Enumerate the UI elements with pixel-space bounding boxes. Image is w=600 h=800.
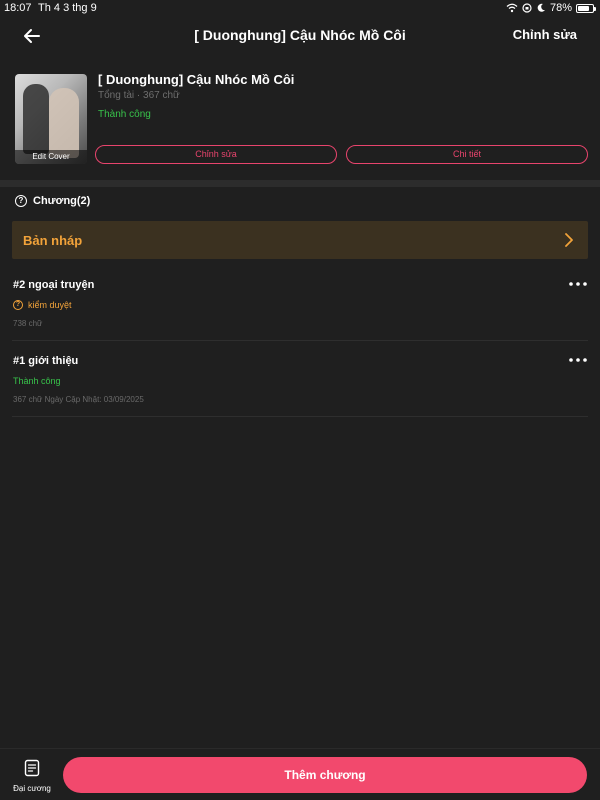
page-title: [ Duonghung] Cậu Nhóc Mồ Côi [194, 27, 406, 43]
moon-icon [537, 3, 545, 12]
edit-book-button[interactable]: Chỉnh sửa [95, 145, 337, 164]
book-meta: Tổng tài · 367 chữ [98, 90, 180, 101]
outline-label: Đại cương [13, 784, 51, 793]
chapter-status: Thành công [13, 376, 61, 386]
chapter-title: #2 ngoại truyện [13, 279, 95, 291]
help-icon[interactable]: ? [15, 195, 27, 207]
nav-edit-button[interactable]: Chỉnh sửa [513, 27, 577, 42]
book-status: Thành công [98, 109, 151, 120]
book-cover[interactable]: Edit Cover [15, 74, 87, 164]
add-chapter-button[interactable]: Thêm chương [63, 757, 587, 793]
back-button[interactable] [20, 24, 44, 48]
battery-percent: 78% [549, 2, 572, 14]
chapter-title: #1 giới thiệu [13, 355, 79, 367]
chapter-status-label: kiểm duyệt [28, 300, 72, 310]
book-card: Edit Cover [ Duonghung] Cậu Nhóc Mồ Côi … [0, 66, 600, 176]
more-options-icon[interactable] [568, 353, 588, 367]
chapter-meta: 367 chữ Ngày Cập Nhật: 03/09/2025 [13, 395, 144, 404]
chapters-count-label: Chương(2) [33, 195, 91, 207]
chapter-item[interactable]: #1 giới thiệu Thành công 367 chữ Ngày Cậ… [12, 341, 588, 417]
edit-cover-button[interactable]: Edit Cover [15, 150, 87, 164]
cover-figure-right [49, 88, 79, 158]
chevron-right-icon [565, 233, 573, 247]
battery-icon [576, 3, 596, 13]
status-time: 18:07 [4, 2, 32, 14]
chapters-header: ? Chương(2) [15, 195, 90, 207]
bottom-bar: Đại cương Thêm chương [0, 748, 600, 800]
book-title: [ Duonghung] Cậu Nhóc Mồ Côi [98, 72, 295, 87]
chapter-item[interactable]: #2 ngoại truyện ? kiểm duyệt 738 chữ [12, 265, 588, 341]
arrow-left-icon [24, 29, 40, 43]
wifi-icon [506, 3, 518, 13]
pending-review-icon: ? [13, 300, 23, 310]
draft-label: Bản nháp [23, 233, 83, 248]
notes-icon [24, 759, 40, 777]
chapter-status: ? kiểm duyệt [13, 300, 72, 310]
status-icons: 78% [506, 2, 596, 14]
nav-bar: [ Duonghung] Cậu Nhóc Mồ Côi Chỉnh sửa [0, 18, 600, 54]
chapter-meta: 738 chữ [13, 319, 43, 328]
draft-row[interactable]: Bản nháp [12, 221, 588, 259]
status-bar: 18:07 Th 4 3 thg 9 78% [0, 0, 600, 16]
orientation-lock-icon [522, 3, 532, 13]
chapter-status-label: Thành công [13, 376, 61, 386]
outline-button[interactable]: Đại cương [12, 759, 52, 795]
status-date: Th 4 3 thg 9 [38, 2, 97, 14]
cover-figure-left [23, 84, 49, 154]
book-detail-button[interactable]: Chi tiết [346, 145, 588, 164]
more-options-icon[interactable] [568, 277, 588, 291]
section-divider [0, 180, 600, 187]
